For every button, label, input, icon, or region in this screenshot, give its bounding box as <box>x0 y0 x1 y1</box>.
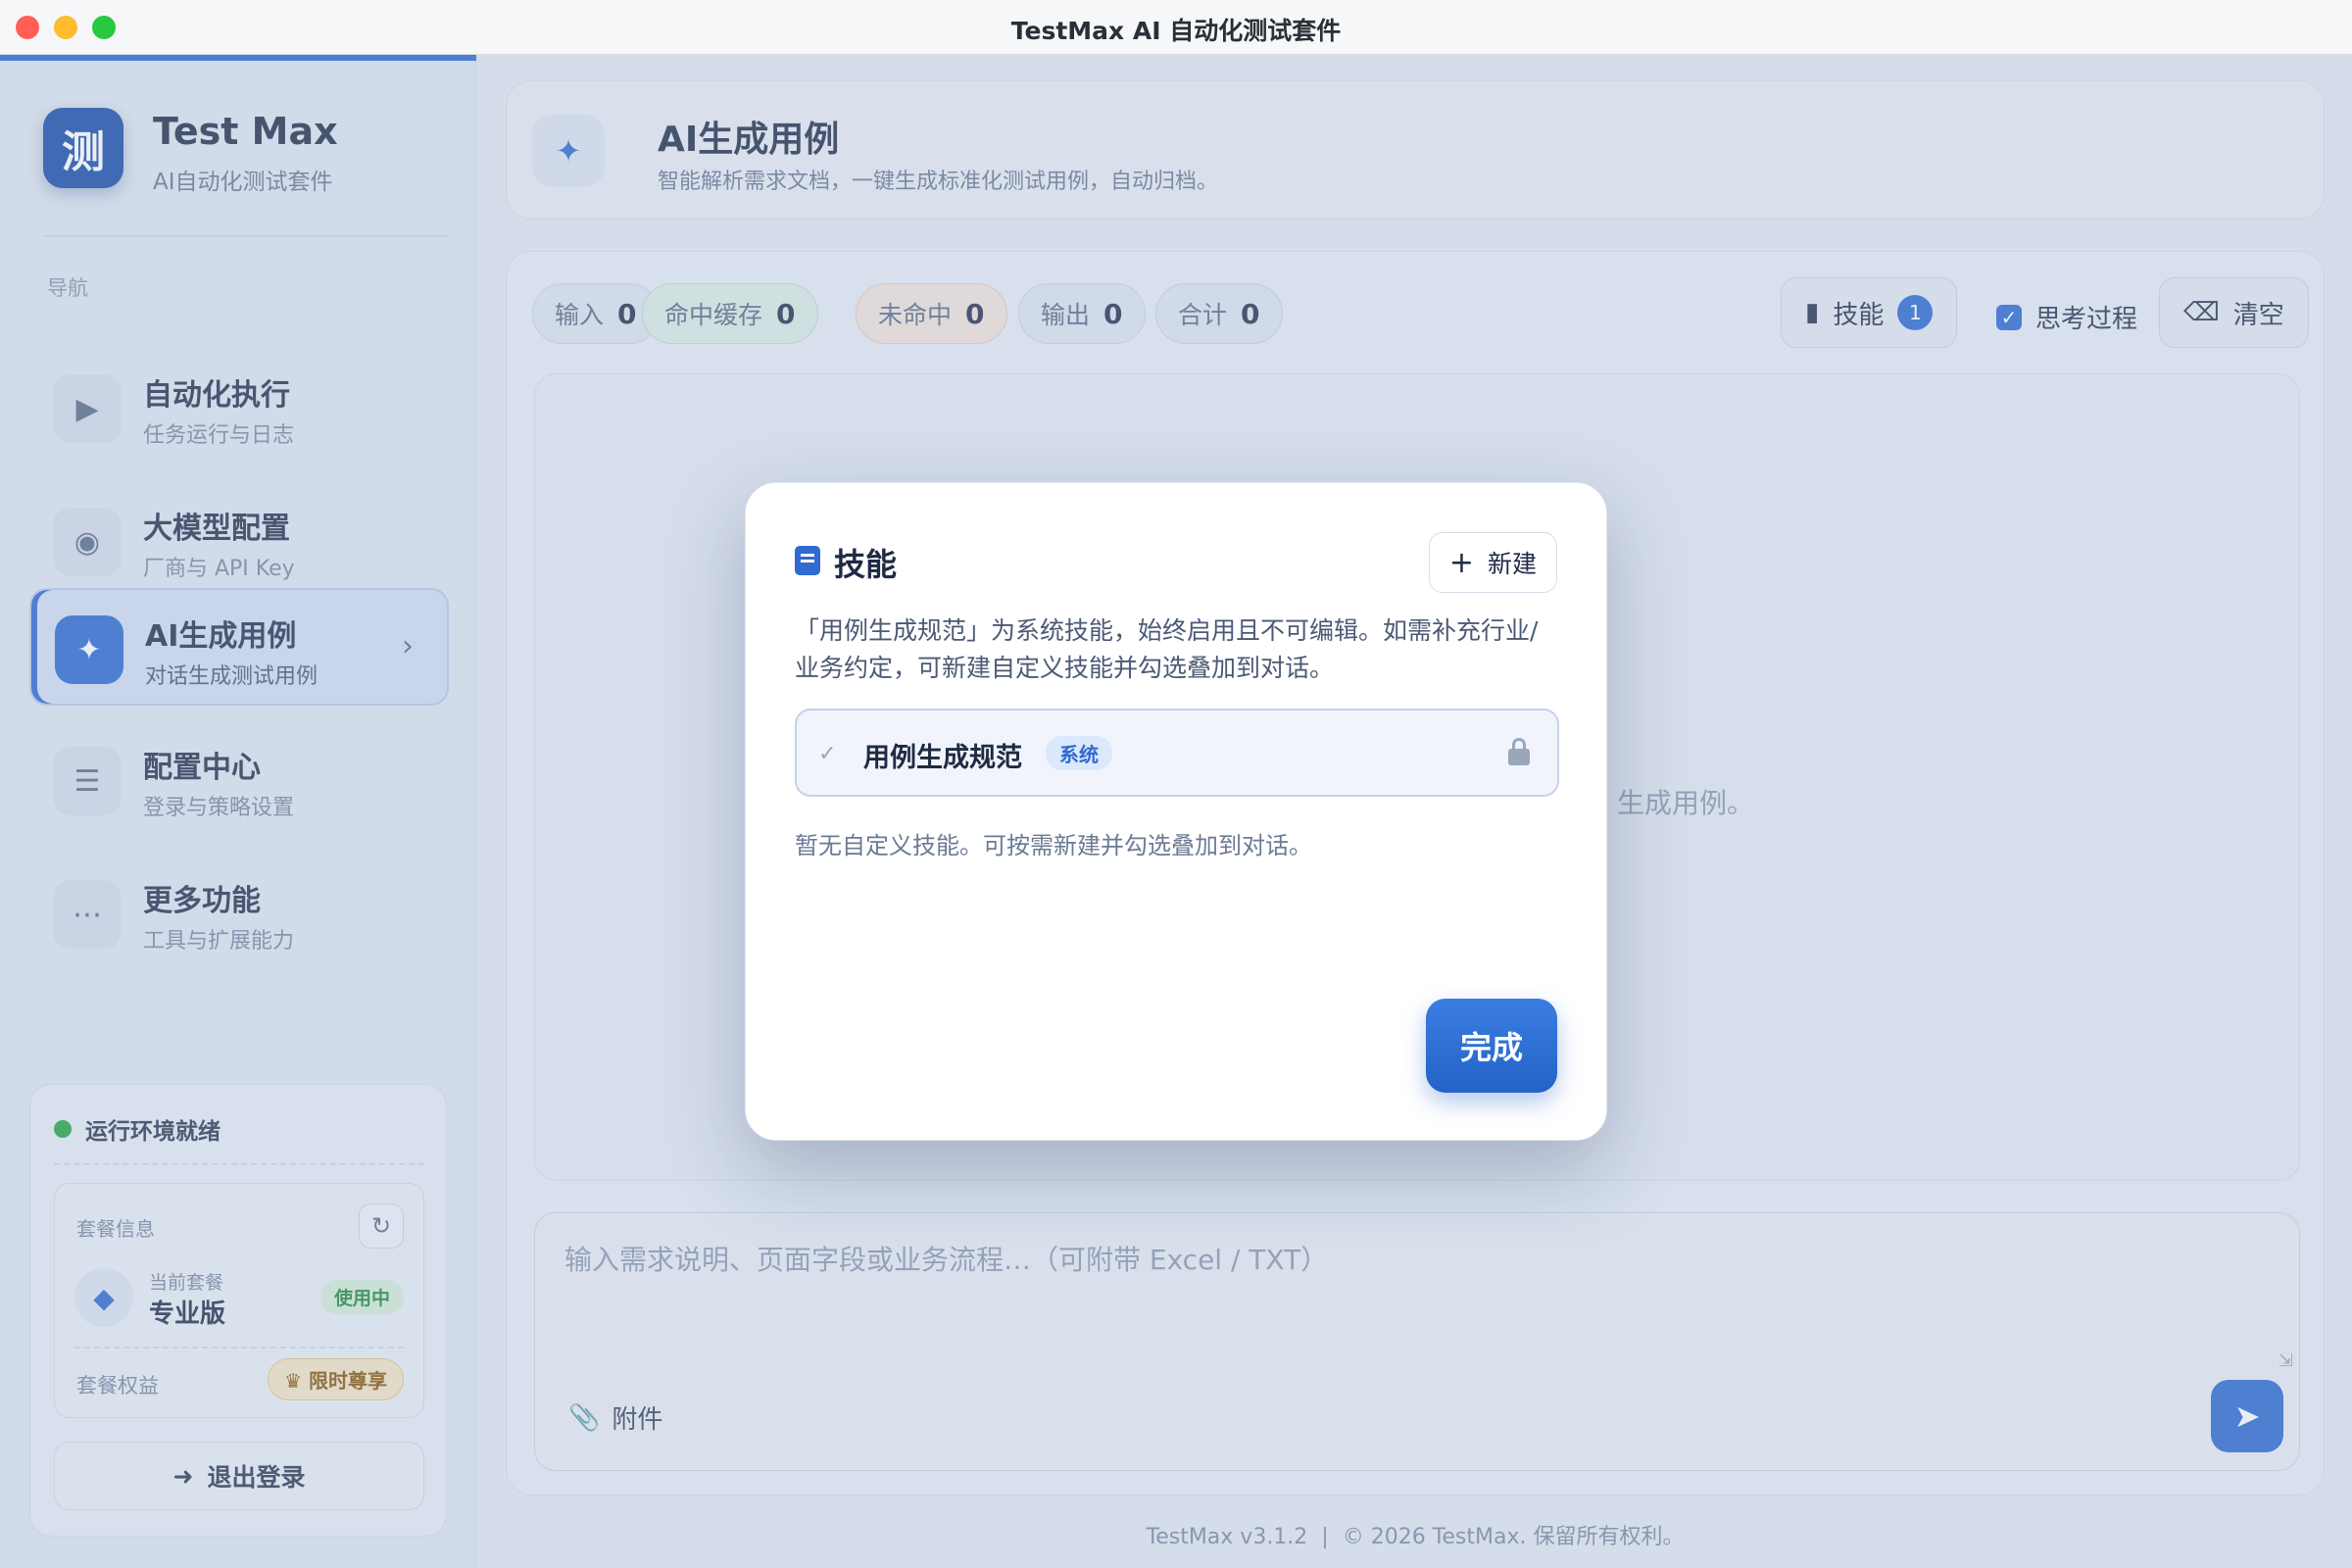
plus-icon: + <box>1448 545 1474 580</box>
empty-skills-hint: 暂无自定义技能。可按需新建并勾选叠加到对话。 <box>795 832 1312 859</box>
dialog-description: 「用例生成规范」为系统技能，始终启用且不可编辑。如需补充行业/业务约定，可新建自… <box>795 616 1539 682</box>
skills-dialog: 技能 + 新建 「用例生成规范」为系统技能，始终启用且不可编辑。如需补充行业/业… <box>745 482 1607 1141</box>
new-skill-label: 新建 <box>1487 550 1537 578</box>
window-title: TestMax AI 自动化测试套件 <box>1010 17 1342 45</box>
check-icon: ✓ <box>818 742 837 766</box>
system-tag: 系统 <box>1046 736 1112 770</box>
dialog-title: 技能 <box>834 546 898 583</box>
skill-name: 用例生成规范 <box>863 743 1022 773</box>
lock-icon <box>1508 738 1530 765</box>
done-button[interactable]: 完成 <box>1426 999 1557 1093</box>
book-icon <box>795 546 820 575</box>
new-skill-button[interactable]: + 新建 <box>1428 532 1557 593</box>
window-titlebar: TestMax AI 自动化测试套件 <box>0 0 2352 55</box>
skill-item-system: ✓ 用例生成规范 系统 <box>795 709 1559 797</box>
